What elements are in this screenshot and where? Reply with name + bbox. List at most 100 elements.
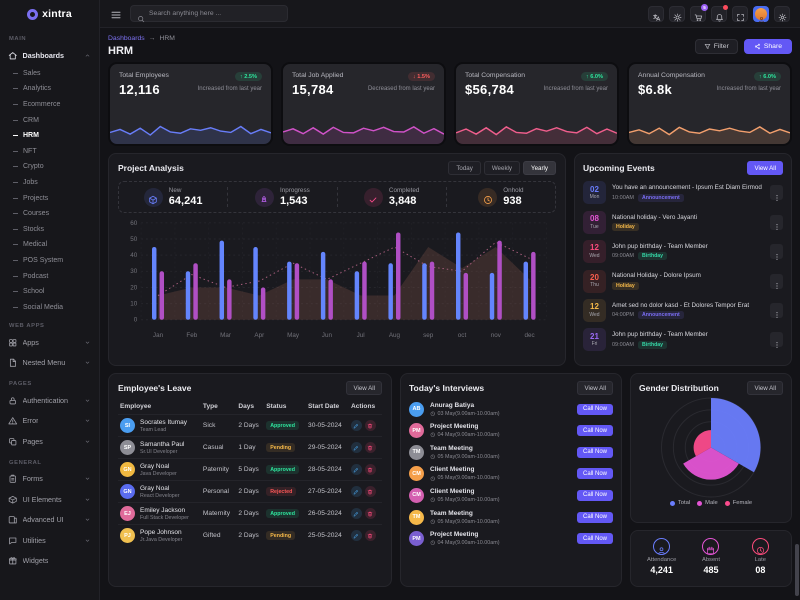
user-avatar[interactable]: [753, 6, 769, 22]
event-date: 21Fri: [583, 328, 606, 351]
edit-button[interactable]: [351, 464, 362, 475]
sidebar-item-nested-menu[interactable]: Nested Menu: [0, 353, 99, 374]
sidebar-item-hrm[interactable]: HRM: [0, 128, 99, 144]
kpi-trend-badge: ↑ 2.5%: [235, 72, 262, 81]
sidebar-item-crm[interactable]: CRM: [0, 112, 99, 128]
sidebar-item-pages[interactable]: Pages: [0, 431, 99, 452]
sidebar-item-ecommerce[interactable]: Ecommerce: [0, 97, 99, 113]
kpi-card-annual-compensation[interactable]: Annual Compensation$6.8k↑ 6.0%Increased …: [627, 62, 792, 146]
breadcrumb-current: HRM: [159, 35, 174, 42]
edit-button[interactable]: [351, 442, 362, 453]
hamburger-menu-icon[interactable]: [110, 8, 122, 20]
fullscreen-button[interactable]: [732, 6, 748, 22]
svg-text:60: 60: [130, 220, 138, 227]
sidebar-item-utilities[interactable]: Utilities: [0, 530, 99, 551]
sidebar-item-medical[interactable]: Medical: [0, 237, 99, 253]
event-menu-button[interactable]: [770, 185, 783, 200]
sidebar-item-social-media[interactable]: Social Media: [0, 299, 99, 315]
gender-title: Gender Distribution: [639, 383, 719, 393]
theme-toggle-button[interactable]: [669, 6, 685, 22]
expand-icon: [736, 9, 745, 18]
kpi-card-total-job-applied[interactable]: Total Job Applied15,784↓ 1.5%Decreased f…: [281, 62, 446, 146]
call-now-button[interactable]: Call Now: [577, 468, 613, 479]
interview-name: Team Meeting: [430, 510, 500, 517]
sidebar-item-crypto[interactable]: Crypto: [0, 159, 99, 175]
event-badge: Birthday: [638, 252, 667, 260]
event-menu-button[interactable]: [770, 332, 783, 347]
search-input[interactable]: [149, 10, 281, 17]
gender-view-all-button[interactable]: View All: [747, 381, 783, 395]
call-now-button[interactable]: Call Now: [577, 490, 613, 501]
delete-button[interactable]: [365, 442, 376, 453]
notifications-button[interactable]: [711, 6, 727, 22]
interviews-view-all-button[interactable]: View All: [577, 381, 613, 395]
attendance-stat-absent: Absent485: [686, 538, 735, 579]
range-button-weekly[interactable]: Weekly: [484, 161, 520, 175]
delete-button[interactable]: [365, 486, 376, 497]
pencil-icon: [353, 533, 359, 539]
range-button-today[interactable]: Today: [448, 161, 481, 175]
event-menu-button[interactable]: [770, 274, 783, 289]
leave-view-all-button[interactable]: View All: [346, 381, 382, 395]
sidebar-item-analytics[interactable]: Analytics: [0, 81, 99, 97]
interview-time: 04 May(9.00am-10.00am): [430, 540, 500, 546]
event-menu-button[interactable]: [770, 215, 783, 230]
sidebar-item-stocks[interactable]: Stocks: [0, 221, 99, 237]
cart-button[interactable]: 5: [690, 6, 706, 22]
sidebar-item-apps[interactable]: Apps: [0, 332, 99, 353]
sidebar-item-sales[interactable]: Sales: [0, 66, 99, 82]
sidebar-item-podcast[interactable]: Podcast: [0, 268, 99, 284]
sidebar-item-school[interactable]: School: [0, 284, 99, 300]
sidebar-item-dashboards[interactable]: Dashboards: [0, 45, 99, 66]
leave-table-row: SPSamantha PaulSr.UI DeveloperCasual1 Da…: [118, 437, 382, 459]
event-title: National Holiday - Dolore Ipsum: [612, 272, 764, 279]
dots-vertical-icon: [773, 218, 781, 226]
language-button[interactable]: [648, 6, 664, 22]
kpi-card-total-employees[interactable]: Total Employees12,116↑ 2.5%Increased fro…: [108, 62, 273, 146]
edit-button[interactable]: [351, 530, 362, 541]
brand-logo[interactable]: xintra: [0, 0, 99, 28]
event-title: You have an announcement - Ipsum Est Dia…: [612, 184, 764, 191]
call-now-button[interactable]: Call Now: [577, 512, 613, 523]
svg-text:dec: dec: [524, 332, 534, 339]
delete-button[interactable]: [365, 464, 376, 475]
event-menu-button[interactable]: [770, 303, 783, 318]
page-scrollbar[interactable]: [795, 544, 799, 596]
call-now-button[interactable]: Call Now: [577, 404, 613, 415]
sidebar-item-projects[interactable]: Projects: [0, 190, 99, 206]
sidebar-section-general: GENERAL: [0, 452, 99, 469]
call-now-button[interactable]: Call Now: [577, 447, 613, 458]
breadcrumb-dashboards[interactable]: Dashboards: [108, 35, 145, 42]
interviews-title: Today's Interviews: [409, 383, 484, 393]
start-date: 28-05-2024: [306, 459, 349, 481]
event-menu-button[interactable]: [770, 244, 783, 259]
call-now-button[interactable]: Call Now: [577, 425, 613, 436]
sidebar-item-advanced-ui[interactable]: Advanced UI: [0, 510, 99, 531]
edit-button[interactable]: [351, 508, 362, 519]
delete-button[interactable]: [365, 420, 376, 431]
interview-row: CMClient Meeting05 May(9.00am-10.00am)Ca…: [409, 488, 613, 503]
delete-button[interactable]: [365, 508, 376, 519]
employee-name: Pope Johnson: [140, 529, 182, 536]
settings-button[interactable]: [774, 6, 790, 22]
call-now-button[interactable]: Call Now: [577, 533, 613, 544]
sidebar-item-nft[interactable]: NFT: [0, 143, 99, 159]
share-button[interactable]: Share: [744, 39, 792, 54]
events-view-all-button[interactable]: View All: [747, 161, 783, 175]
sidebar-item-widgets[interactable]: Widgets: [0, 551, 99, 572]
sidebar-item-error[interactable]: Error: [0, 411, 99, 432]
filter-button[interactable]: Filter: [695, 39, 738, 54]
sidebar-item-pos-system[interactable]: POS System: [0, 253, 99, 269]
edit-button[interactable]: [351, 486, 362, 497]
alert-icon: [8, 416, 18, 426]
sidebar-item-ui-elements[interactable]: UI Elements: [0, 489, 99, 510]
search-box[interactable]: [130, 5, 288, 22]
kpi-card-total-compensation[interactable]: Total Compensation$56,784↑ 6.0%Increased…: [454, 62, 619, 146]
range-button-yearly[interactable]: Yearly: [523, 161, 556, 175]
sidebar-item-authentication[interactable]: Authentication: [0, 390, 99, 411]
edit-button[interactable]: [351, 420, 362, 431]
sidebar-item-courses[interactable]: Courses: [0, 206, 99, 222]
sidebar-item-forms[interactable]: Forms: [0, 469, 99, 490]
sidebar-item-jobs[interactable]: Jobs: [0, 175, 99, 191]
delete-button[interactable]: [365, 530, 376, 541]
